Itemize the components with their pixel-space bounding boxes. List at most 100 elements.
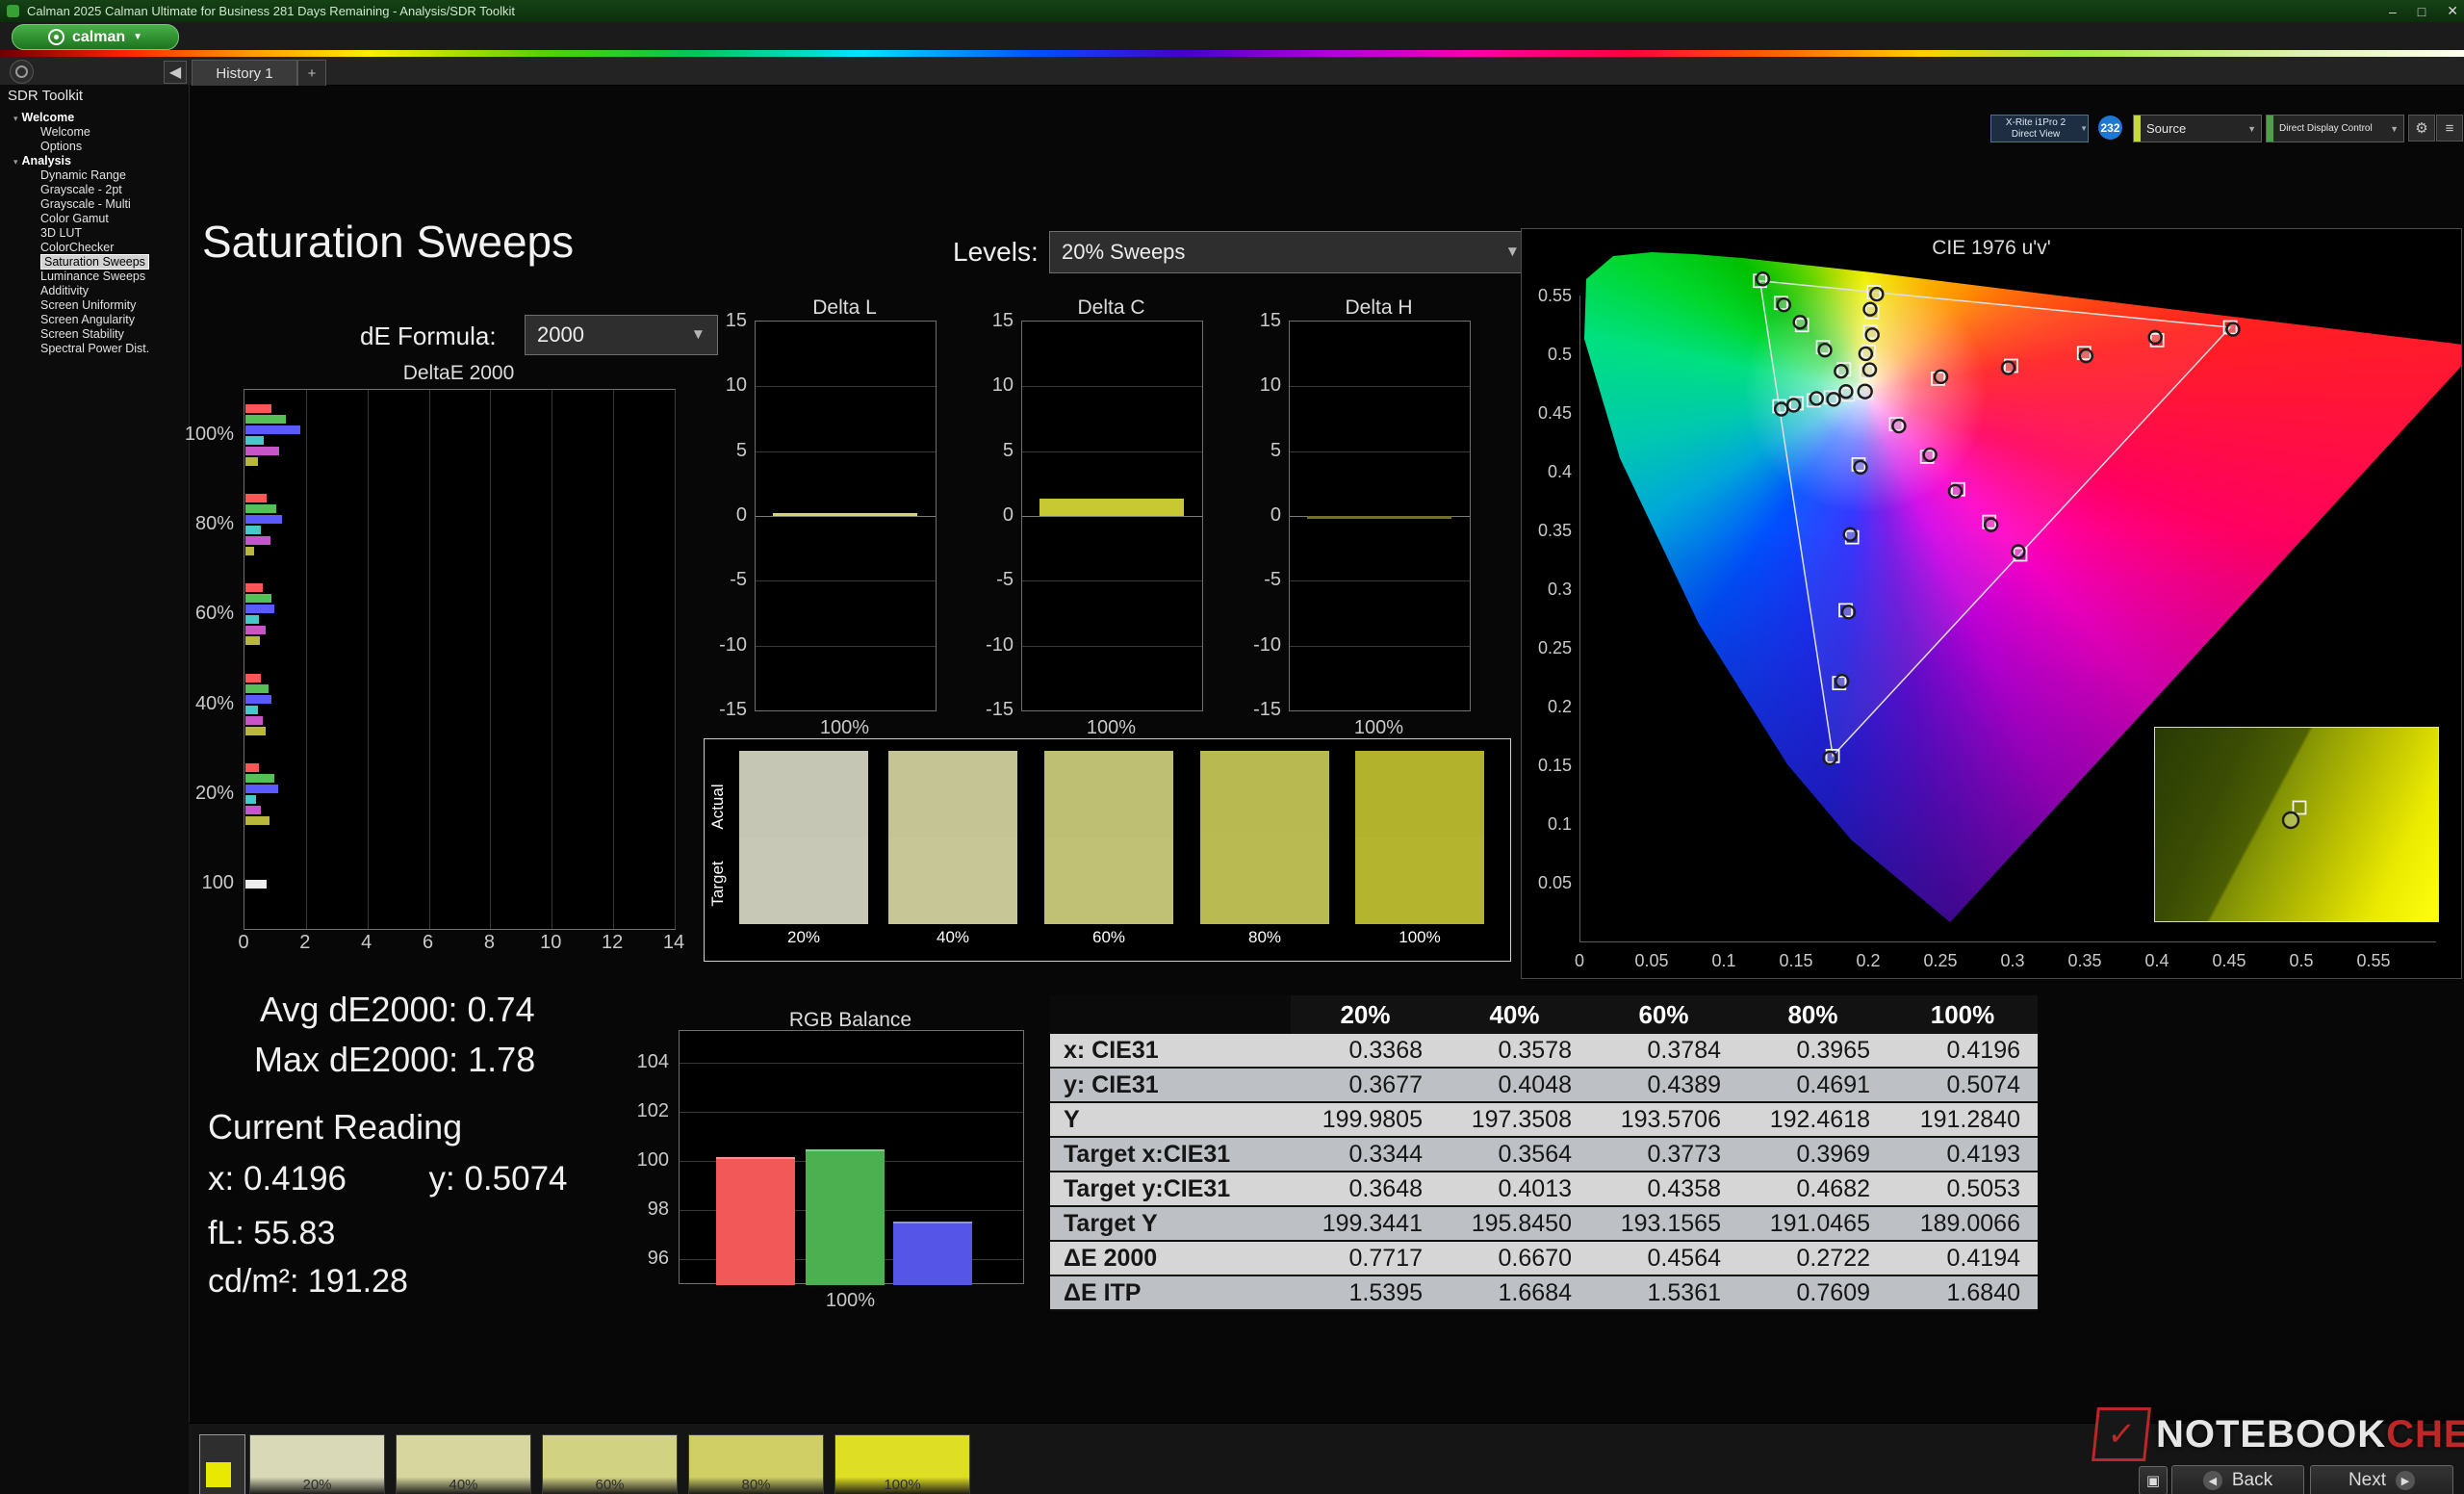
tab-bar: ◀ History 1 + X-Rite i1Pro 2 Direct View… (0, 57, 2464, 86)
notebookcheck-watermark: ✓ NOTEBOOKCHECK (2094, 1407, 2464, 1461)
table-cell: 0.4196 (1887, 1034, 2038, 1068)
delta_l-bar (773, 513, 917, 516)
thumbnail-60%[interactable]: 60% (542, 1434, 678, 1494)
sidebar-item-color-gamut[interactable]: Color Gamut (0, 212, 229, 226)
delta-l-chart (755, 321, 937, 711)
table-cell: 1.5361 (1589, 1275, 1738, 1310)
thumbnail-20%[interactable]: 20% (249, 1434, 385, 1494)
minimize-button[interactable]: – (2389, 4, 2397, 19)
sidebar-item-luminance-sweeps[interactable]: Luminance Sweeps (0, 270, 229, 284)
deltae-bar-blue (245, 425, 300, 434)
meter-device-line2: Direct View (1991, 129, 2080, 141)
levels-label: Levels: (953, 237, 1039, 268)
delta_l-y-tick: 5 (676, 440, 747, 462)
back-button[interactable]: ◀ Back (2171, 1465, 2304, 1494)
delta_h-gridline (1290, 451, 1470, 452)
options-button[interactable]: ≡ (2436, 115, 2463, 142)
table-cell: 192.4618 (1738, 1102, 1887, 1137)
cie-x-tick: 0.2 (1839, 951, 1897, 971)
table-cell: 197.3508 (1440, 1102, 1589, 1137)
cie-x-tick: 0.4 (2128, 951, 2186, 971)
sidebar-item-grayscale-2pt[interactable]: Grayscale - 2pt (0, 183, 229, 197)
deltae-bar-red (245, 404, 271, 413)
swatch-label-100%: 100% (1355, 928, 1484, 947)
sidebar-item-additivity[interactable]: Additivity (0, 284, 229, 298)
thumbnail-label: 60% (543, 1477, 677, 1493)
delta_c-y-tick: -15 (942, 699, 1014, 721)
table-cell: 199.9805 (1291, 1102, 1440, 1137)
sidebar-item-grayscale-multi[interactable]: Grayscale - Multi (0, 197, 229, 212)
deltae-y-tick: 60% (120, 603, 234, 625)
table-cell: 0.2722 (1738, 1241, 1887, 1275)
sidebar-item-screen-stability[interactable]: Screen Stability (0, 327, 229, 342)
delta_c-y-tick: 5 (942, 440, 1014, 462)
next-button[interactable]: Next ▶ (2310, 1465, 2453, 1494)
sidebar-item-3d-lut[interactable]: 3D LUT (0, 226, 229, 241)
thumbnail-80%[interactable]: 80% (688, 1434, 824, 1494)
tree-group-analysis[interactable]: ▾Analysis (0, 154, 202, 168)
sidebar-item-colorchecker[interactable]: ColorChecker (0, 241, 229, 255)
cie-x-tick: 0 (1551, 951, 1608, 971)
calman-logo-icon (48, 29, 64, 45)
table-col-header: 60% (1589, 995, 1738, 1034)
tree-group-welcome[interactable]: ▾Welcome (0, 111, 202, 125)
table-row: x: CIE310.33680.35780.37840.39650.4196 (1050, 1034, 2038, 1068)
watermark-part2: CHECK (2386, 1413, 2464, 1455)
meter-device-button[interactable]: X-Rite i1Pro 2 Direct View ▼ (1990, 115, 2089, 142)
rgb-bar-blue (893, 1222, 972, 1285)
thumbnail-current[interactable] (199, 1434, 245, 1494)
table-cell: 0.4194 (1887, 1241, 2038, 1275)
saturation-swatch-100% (1355, 751, 1484, 924)
rgb-gridline (680, 1112, 1023, 1113)
de-formula-label: dE Formula: (360, 322, 497, 351)
display-control-dropdown[interactable]: Direct Display Control ▼ (2266, 115, 2404, 142)
sidebar-menu-button[interactable] (10, 60, 34, 84)
table-cell: 0.3965 (1738, 1034, 1887, 1068)
delta_c-y-tick: 10 (942, 374, 1014, 397)
sidebar-item-spectral-power-dist-[interactable]: Spectral Power Dist. (0, 342, 229, 356)
max-de2000-value: 1.78 (468, 1040, 535, 1079)
tab-label: History 1 (216, 65, 272, 82)
chevron-down-icon: ▼ (2080, 123, 2088, 135)
table-cell: 0.4682 (1738, 1172, 1887, 1206)
swatch-label-20%: 20% (739, 928, 868, 947)
fl-reading: fL: 55.83 (208, 1215, 335, 1252)
tab-history-1[interactable]: History 1 (192, 60, 297, 86)
thumbnail-40%[interactable]: 40% (396, 1434, 531, 1494)
calman-menu-button[interactable]: calman ▼ (12, 24, 179, 50)
table-row: Target x:CIE310.33440.35640.37730.39690.… (1050, 1137, 2038, 1172)
tree-collapse-icon: ▾ (13, 157, 18, 167)
table-cell: 0.4564 (1589, 1241, 1738, 1275)
table-row-label: y: CIE31 (1050, 1068, 1291, 1102)
cie-diagram-panel: CIE 1976 u'v' 00.050.10.150.20.250.30.35… (1521, 228, 2462, 979)
levels-dropdown[interactable]: 20% Sweeps ▼ (1049, 231, 1532, 273)
tab-scroll-left-button[interactable]: ◀ (164, 61, 187, 84)
deltae-x-tick: 4 (347, 932, 386, 954)
sidebar-item-welcome[interactable]: Welcome (0, 125, 229, 140)
thumbnail-100%[interactable]: 100% (834, 1434, 970, 1494)
sidebar-item-screen-uniformity[interactable]: Screen Uniformity (0, 298, 229, 313)
deltae-bar-cyan (245, 795, 256, 804)
maximize-button[interactable]: □ (2418, 4, 2426, 19)
settings-button[interactable]: ⚙ (2408, 115, 2435, 142)
results-table: 20%40%60%80%100%x: CIE310.33680.35780.37… (1050, 995, 2038, 1311)
sidebar-item-screen-angularity[interactable]: Screen Angularity (0, 313, 229, 327)
sidebar-item-options[interactable]: Options (0, 140, 229, 154)
deltae-bar-yellow (245, 547, 254, 555)
delta_h-bar (1307, 516, 1451, 519)
deltae-chart-title: DeltaE 2000 (244, 362, 674, 385)
calman-menu-label: calman (72, 29, 125, 46)
table-row-label: Target Y (1050, 1206, 1291, 1241)
sidebar-item-saturation-sweeps[interactable]: Saturation Sweeps (0, 255, 229, 270)
max-de2000-stat: Max dE2000: 1.78 (254, 1040, 535, 1080)
close-button[interactable]: ✕ (2447, 3, 2458, 19)
add-tab-button[interactable]: + (297, 60, 326, 86)
layout-button[interactable]: ▣ (2139, 1466, 2168, 1494)
rgb-y-tick: 100 (594, 1149, 669, 1172)
delta-c-chart (1021, 321, 1203, 711)
cie-y-tick: 0.55 (1524, 286, 1572, 306)
sidebar-item-dynamic-range[interactable]: Dynamic Range (0, 168, 229, 183)
table-cell: 0.3969 (1738, 1137, 1887, 1172)
source-dropdown[interactable]: Source ▼ (2133, 115, 2262, 142)
delta_l-gridline (756, 646, 936, 647)
